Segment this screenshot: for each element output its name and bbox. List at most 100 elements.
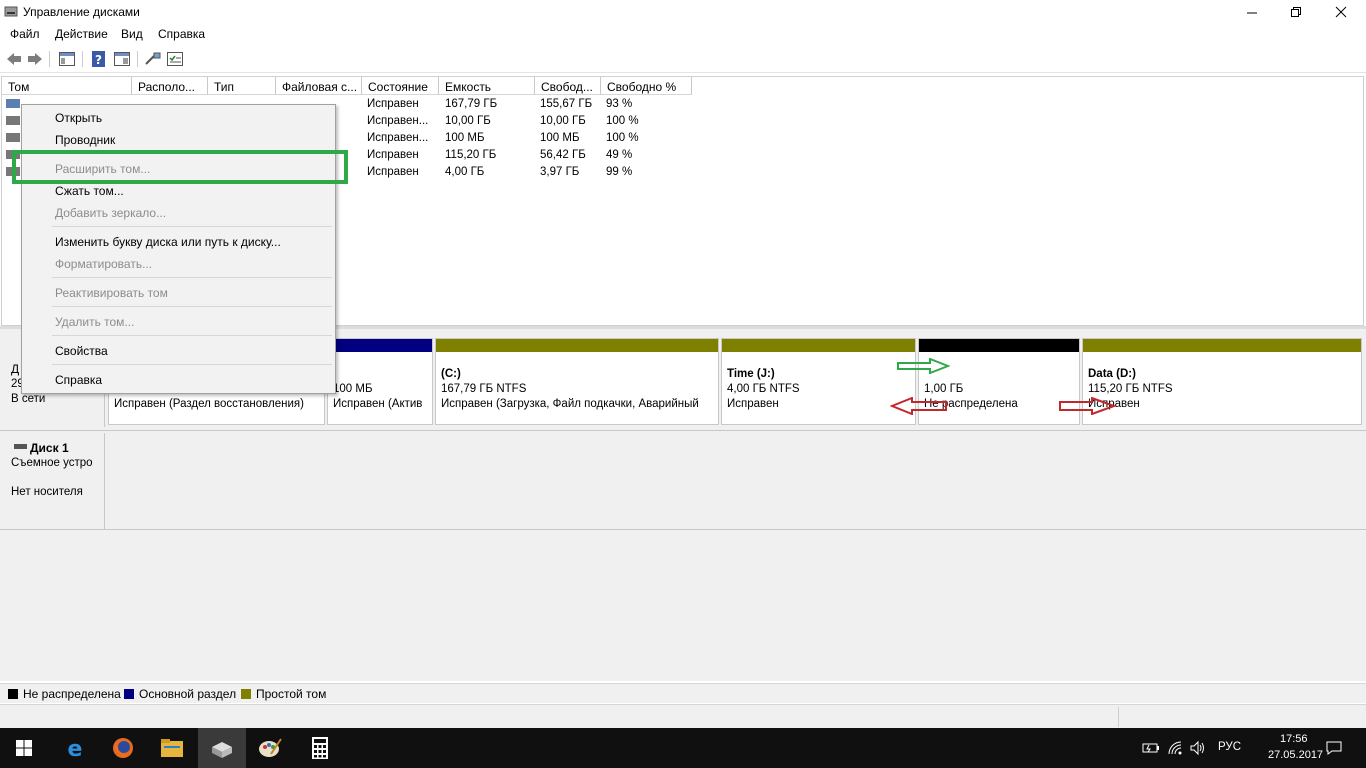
taskbar-calculator[interactable] bbox=[296, 728, 344, 768]
partition-system[interactable]: 100 МБ Исправен (Актив bbox=[327, 338, 433, 425]
edge-browser-icon: e bbox=[68, 737, 83, 760]
restore-button[interactable] bbox=[1273, 0, 1319, 24]
taskbar-paint[interactable] bbox=[246, 728, 294, 768]
disk-separator bbox=[0, 430, 1366, 431]
menu-item-properties[interactable]: Свойства bbox=[55, 344, 108, 358]
menu-separator bbox=[52, 335, 332, 336]
properties-icon[interactable] bbox=[113, 50, 131, 68]
status-separator bbox=[1118, 707, 1119, 727]
column-header-free[interactable]: Свобод... bbox=[535, 77, 601, 95]
partition-status: Исправен bbox=[727, 398, 779, 410]
paint-palette-icon bbox=[259, 738, 282, 757]
clock-time[interactable]: 17:56 bbox=[1280, 733, 1308, 745]
menu-item-change-drive-letter[interactable]: Изменить букву диска или путь к диску... bbox=[55, 235, 281, 249]
start-button[interactable] bbox=[0, 728, 48, 768]
partition-j[interactable]: Time (J:) 4,00 ГБ NTFS Исправен bbox=[721, 338, 916, 425]
column-header-status[interactable]: Состояние bbox=[362, 77, 439, 95]
column-header-volume[interactable]: Том bbox=[2, 77, 132, 95]
menu-item-format[interactable]: Форматировать... bbox=[55, 257, 152, 271]
cell-status: Исправен bbox=[367, 149, 419, 161]
clock-date[interactable]: 27.05.2017 bbox=[1268, 749, 1323, 761]
menu-item-open[interactable]: Открыть bbox=[55, 111, 102, 125]
toolbar-separator bbox=[137, 51, 138, 67]
disk-0-label: Д bbox=[11, 362, 20, 376]
connect-drive-icon[interactable] bbox=[144, 50, 162, 68]
battery-charging-icon[interactable] bbox=[1142, 740, 1160, 756]
partition-bar-simple bbox=[722, 339, 915, 352]
column-header-filesystem[interactable]: Файловая с... bbox=[276, 77, 362, 95]
partition-status: Исправен (Актив bbox=[333, 398, 423, 410]
column-header-free-percent[interactable]: Свободно % bbox=[601, 77, 692, 95]
disk-management-icon bbox=[212, 742, 232, 758]
menu-view[interactable]: Вид bbox=[121, 27, 143, 41]
context-menu: Открыть Проводник Расширить том... Сжать… bbox=[21, 104, 336, 394]
column-header-capacity[interactable]: Емкость bbox=[439, 77, 535, 95]
partition-bar-simple bbox=[436, 339, 718, 352]
disk-separator bbox=[0, 529, 1366, 530]
menu-action[interactable]: Действие bbox=[55, 27, 108, 41]
partition-size: 167,79 ГБ NTFS bbox=[441, 383, 527, 395]
menu-item-shrink-volume[interactable]: Сжать том... bbox=[55, 184, 124, 198]
partition-name: Data (D:) bbox=[1088, 368, 1136, 380]
help-icon[interactable]: ? bbox=[90, 50, 108, 68]
forward-arrow-icon[interactable] bbox=[26, 50, 44, 68]
menu-item-delete-volume[interactable]: Удалить том... bbox=[55, 315, 134, 329]
menu-separator bbox=[52, 306, 332, 307]
minimize-button[interactable] bbox=[1229, 0, 1275, 24]
notifications-icon[interactable] bbox=[1325, 740, 1343, 756]
cell-status: Исправен bbox=[367, 98, 419, 110]
partition-name: (C:) bbox=[441, 368, 461, 380]
minimize-icon bbox=[1246, 12, 1257, 13]
menu-help[interactable]: Справка bbox=[158, 27, 205, 41]
windows-logo-icon bbox=[16, 740, 32, 756]
partition-bar-simple bbox=[1083, 339, 1361, 352]
column-header-layout[interactable]: Располо... bbox=[132, 77, 208, 95]
checklist-icon[interactable] bbox=[166, 50, 184, 68]
partition-c[interactable]: (C:) 167,79 ГБ NTFS Исправен (Загрузка, … bbox=[435, 338, 719, 425]
menu-separator bbox=[52, 226, 332, 227]
taskbar-disk-management[interactable] bbox=[198, 728, 246, 768]
column-header-type[interactable]: Тип bbox=[208, 77, 276, 95]
legend-swatch-unallocated bbox=[8, 689, 18, 699]
toolbar-separator bbox=[82, 51, 83, 67]
toolbar: ? bbox=[0, 45, 1366, 73]
window-title: Управление дисками bbox=[23, 5, 140, 19]
menu-separator bbox=[52, 364, 332, 365]
cell-free-percent: 100 % bbox=[606, 132, 639, 144]
menu-item-explorer[interactable]: Проводник bbox=[55, 133, 115, 147]
partition-d[interactable]: Data (D:) 115,20 ГБ NTFS Исправен bbox=[1082, 338, 1362, 425]
title-bar: Управление дисками bbox=[0, 0, 1366, 24]
volume-icon bbox=[6, 133, 20, 142]
cell-free-percent: 49 % bbox=[606, 149, 633, 161]
volume-icon[interactable] bbox=[1190, 740, 1208, 756]
back-arrow-icon[interactable] bbox=[5, 50, 23, 68]
menu-item-add-mirror[interactable]: Добавить зеркало... bbox=[55, 206, 166, 220]
disk-0-status: В сети bbox=[11, 393, 46, 405]
menu-item-reactivate-volume[interactable]: Реактивировать том bbox=[55, 286, 168, 300]
legend-swatch-simple bbox=[241, 689, 251, 699]
cell-capacity: 100 МБ bbox=[445, 132, 485, 144]
disk-1-info[interactable]: Диск 1 Съемное устро Нет носителя bbox=[0, 433, 105, 529]
red-right-arrow-icon bbox=[1059, 397, 1116, 415]
taskbar-firefox[interactable] bbox=[99, 728, 147, 768]
taskbar-file-explorer[interactable] bbox=[148, 728, 196, 768]
wifi-icon[interactable] bbox=[1167, 740, 1185, 756]
partition-bar-unallocated bbox=[919, 339, 1079, 352]
console-tree-icon[interactable] bbox=[58, 50, 76, 68]
calculator-icon bbox=[312, 737, 328, 759]
partition-size: 1,00 ГБ bbox=[924, 383, 964, 395]
cell-capacity: 167,79 ГБ bbox=[445, 98, 498, 110]
cell-free: 3,97 ГБ bbox=[540, 166, 580, 178]
volume-icon bbox=[6, 99, 20, 108]
menu-item-help[interactable]: Справка bbox=[55, 373, 102, 387]
close-button[interactable] bbox=[1318, 0, 1364, 24]
menu-file[interactable]: Файл bbox=[10, 27, 40, 41]
legend: Не распределена Основной раздел Простой … bbox=[0, 683, 1366, 703]
partition-bar-primary bbox=[328, 339, 432, 352]
input-language[interactable]: РУС bbox=[1218, 741, 1241, 753]
toolbar-separator bbox=[49, 51, 50, 67]
cell-free-percent: 100 % bbox=[606, 115, 639, 127]
menu-separator bbox=[52, 277, 332, 278]
close-icon bbox=[1335, 6, 1347, 18]
taskbar-edge[interactable]: e bbox=[51, 728, 99, 768]
